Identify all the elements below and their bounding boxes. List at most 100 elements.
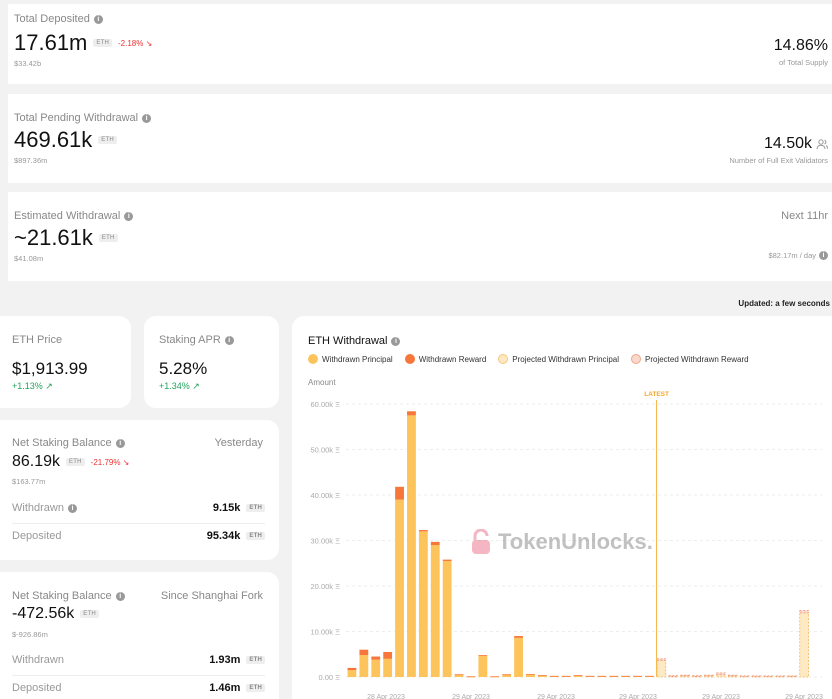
estimated-withdrawal-value: ~21.61k bbox=[14, 225, 93, 250]
eth-price-card: ETH Price $1,913.99 +1.13% ↗ bbox=[0, 316, 131, 408]
info-icon[interactable]: i bbox=[115, 591, 125, 601]
info-icon[interactable]: i bbox=[67, 503, 77, 513]
eth-withdrawal-chart-card: ETH Withdrawal i Withdrawn Principal Wit… bbox=[292, 316, 832, 699]
validators-value-row: 14.50k bbox=[729, 135, 828, 153]
latest-marker-label: LATEST bbox=[644, 391, 669, 398]
deposited-value: 1.46m bbox=[209, 682, 241, 694]
estimated-withdrawal-usd: $41.08m bbox=[14, 254, 44, 263]
bar-segment bbox=[609, 675, 619, 677]
total-deposited-label-row: Total Deposited i bbox=[14, 13, 103, 25]
users-icon bbox=[816, 138, 828, 149]
withdrawn-label-row: Withdrawn i bbox=[12, 502, 77, 514]
net-yesterday-change: -21.79% ↘ bbox=[90, 457, 130, 467]
total-deposited-change: -2.18% ↘ bbox=[118, 38, 153, 48]
eth-unit-badge: ETH bbox=[246, 532, 265, 540]
bar-segment bbox=[466, 676, 476, 678]
pending-withdrawal-usd: $897.36m bbox=[14, 156, 48, 165]
staking-apr-label: Staking APR bbox=[159, 334, 221, 346]
bar-segment bbox=[418, 530, 428, 532]
y-tick-label: 60.00k Ξ bbox=[311, 400, 341, 409]
bar-segment bbox=[442, 559, 452, 561]
bar-segment bbox=[407, 411, 416, 416]
info-icon[interactable]: i bbox=[142, 113, 152, 123]
projected-bar-segment bbox=[692, 675, 702, 677]
x-tick-label: 29 Apr 2023 bbox=[702, 694, 740, 699]
net-shanghai-period: Since Shanghai Fork bbox=[160, 590, 263, 602]
bar-segment bbox=[407, 415, 416, 677]
bar-segment bbox=[430, 545, 440, 677]
x-tick-label: 29 Apr 2023 bbox=[452, 694, 490, 699]
pending-withdrawal-card: Total Pending Withdrawal i 469.61k ETH $… bbox=[8, 94, 832, 183]
projected-bar-segment bbox=[668, 675, 679, 677]
eth-unit-badge: ETH bbox=[93, 39, 112, 47]
projected-bar-segment bbox=[656, 658, 667, 662]
eth-unit-badge: ETH bbox=[246, 504, 265, 512]
net-yesterday-value-row: 86.19k ETH -21.79% ↘ bbox=[12, 453, 129, 471]
projected-bar-segment bbox=[656, 660, 667, 678]
net-yesterday-period: Yesterday bbox=[214, 437, 263, 449]
eth-price-change: +1.13% ↗ bbox=[12, 381, 53, 391]
bar-segment bbox=[549, 675, 559, 677]
bar-segment bbox=[478, 656, 488, 677]
deposited-label: Deposited bbox=[12, 682, 62, 694]
net-shanghai-usd: $-926.86m bbox=[12, 630, 48, 639]
eth-price-value: $1,913.99 bbox=[12, 359, 88, 378]
bar-segment bbox=[454, 674, 464, 676]
supply-pct-value: 14.86% bbox=[773, 37, 828, 54]
net-staking-yesterday-card: Net Staking Balance i Yesterday 86.19k E… bbox=[0, 420, 279, 560]
pending-withdrawal-label-row: Total Pending Withdrawal i bbox=[14, 112, 152, 124]
pending-withdrawal-value: 469.61k bbox=[14, 127, 93, 152]
y-tick-label: 0.00 Ξ bbox=[318, 673, 340, 682]
info-icon[interactable]: i bbox=[115, 438, 125, 448]
watermark: TokenUnlocks. bbox=[470, 529, 653, 555]
deposited-label: Deposited bbox=[12, 530, 62, 542]
withdrawn-value: 9.15k bbox=[212, 502, 241, 514]
info-icon[interactable]: i bbox=[124, 211, 134, 221]
next-window: Next 11hr bbox=[781, 210, 828, 222]
bar-segment bbox=[371, 656, 381, 660]
net-shanghai-deposited-row: Deposited 1.46m ETH bbox=[12, 682, 265, 694]
bar-segment bbox=[526, 674, 535, 677]
y-tick-label: 10.00k Ξ bbox=[311, 628, 341, 637]
eth-unit-badge: ETH bbox=[98, 234, 118, 242]
divider bbox=[12, 523, 265, 524]
rate-row: $82.17m / day i bbox=[768, 251, 828, 260]
net-staking-shanghai-card: Net Staking Balance i Since Shanghai For… bbox=[0, 572, 279, 699]
bar-segment bbox=[526, 674, 535, 675]
withdrawn-value-row: 9.15k ETH bbox=[213, 502, 265, 514]
watermark-text: TokenUnlocks. bbox=[498, 529, 653, 554]
net-yesterday-label: Net Staking Balance bbox=[12, 437, 112, 449]
tokenunlocks-logo-icon bbox=[472, 529, 490, 554]
info-icon[interactable]: i bbox=[224, 335, 234, 345]
validators-value: 14.50k bbox=[763, 135, 812, 152]
net-yesterday-value: 86.19k bbox=[12, 453, 61, 470]
info-icon[interactable]: i bbox=[93, 14, 103, 24]
y-tick-label: 30.00k Ξ bbox=[311, 537, 341, 546]
projected-bar-segment bbox=[727, 674, 738, 677]
net-yesterday-usd: $163.77m bbox=[12, 477, 46, 486]
validators-block: 14.50k Number of Full Exit Validators bbox=[729, 135, 828, 165]
info-icon[interactable]: i bbox=[819, 251, 828, 260]
bar-segment bbox=[597, 675, 607, 677]
total-deposited-value-row: 17.61m ETH -2.18% ↘ bbox=[14, 30, 152, 56]
eth-unit-badge: ETH bbox=[66, 458, 85, 466]
total-deposited-value: 17.61m bbox=[14, 30, 88, 55]
net-shanghai-label: Net Staking Balance bbox=[12, 590, 112, 602]
total-deposited-label: Total Deposited bbox=[14, 13, 90, 25]
bar-segment bbox=[633, 675, 642, 677]
withdrawn-label: Withdrawn bbox=[12, 654, 64, 666]
net-shanghai-value-row: -472.56k ETH bbox=[12, 605, 99, 623]
y-tick-label: 40.00k Ξ bbox=[311, 491, 341, 500]
net-shanghai-label-row: Net Staking Balance i bbox=[12, 590, 125, 602]
bar-segment bbox=[347, 670, 357, 677]
withdrawal-bar-chart: 0.00 Ξ 10.00k Ξ 20.00k Ξ 30.00k Ξ 40.00k Ξ 50… bbox=[311, 391, 823, 699]
bar-segment bbox=[585, 675, 595, 677]
bar-segment bbox=[621, 675, 631, 677]
bar-segment bbox=[478, 655, 488, 657]
eth-unit-badge: ETH bbox=[80, 610, 99, 618]
bar-segment bbox=[561, 675, 571, 677]
net-shanghai-withdrawn-row: Withdrawn 1.93m ETH bbox=[12, 654, 265, 666]
projected-bar-segment bbox=[775, 675, 786, 678]
projected-bar-segment bbox=[704, 674, 714, 677]
eth-unit-badge: ETH bbox=[246, 684, 265, 692]
